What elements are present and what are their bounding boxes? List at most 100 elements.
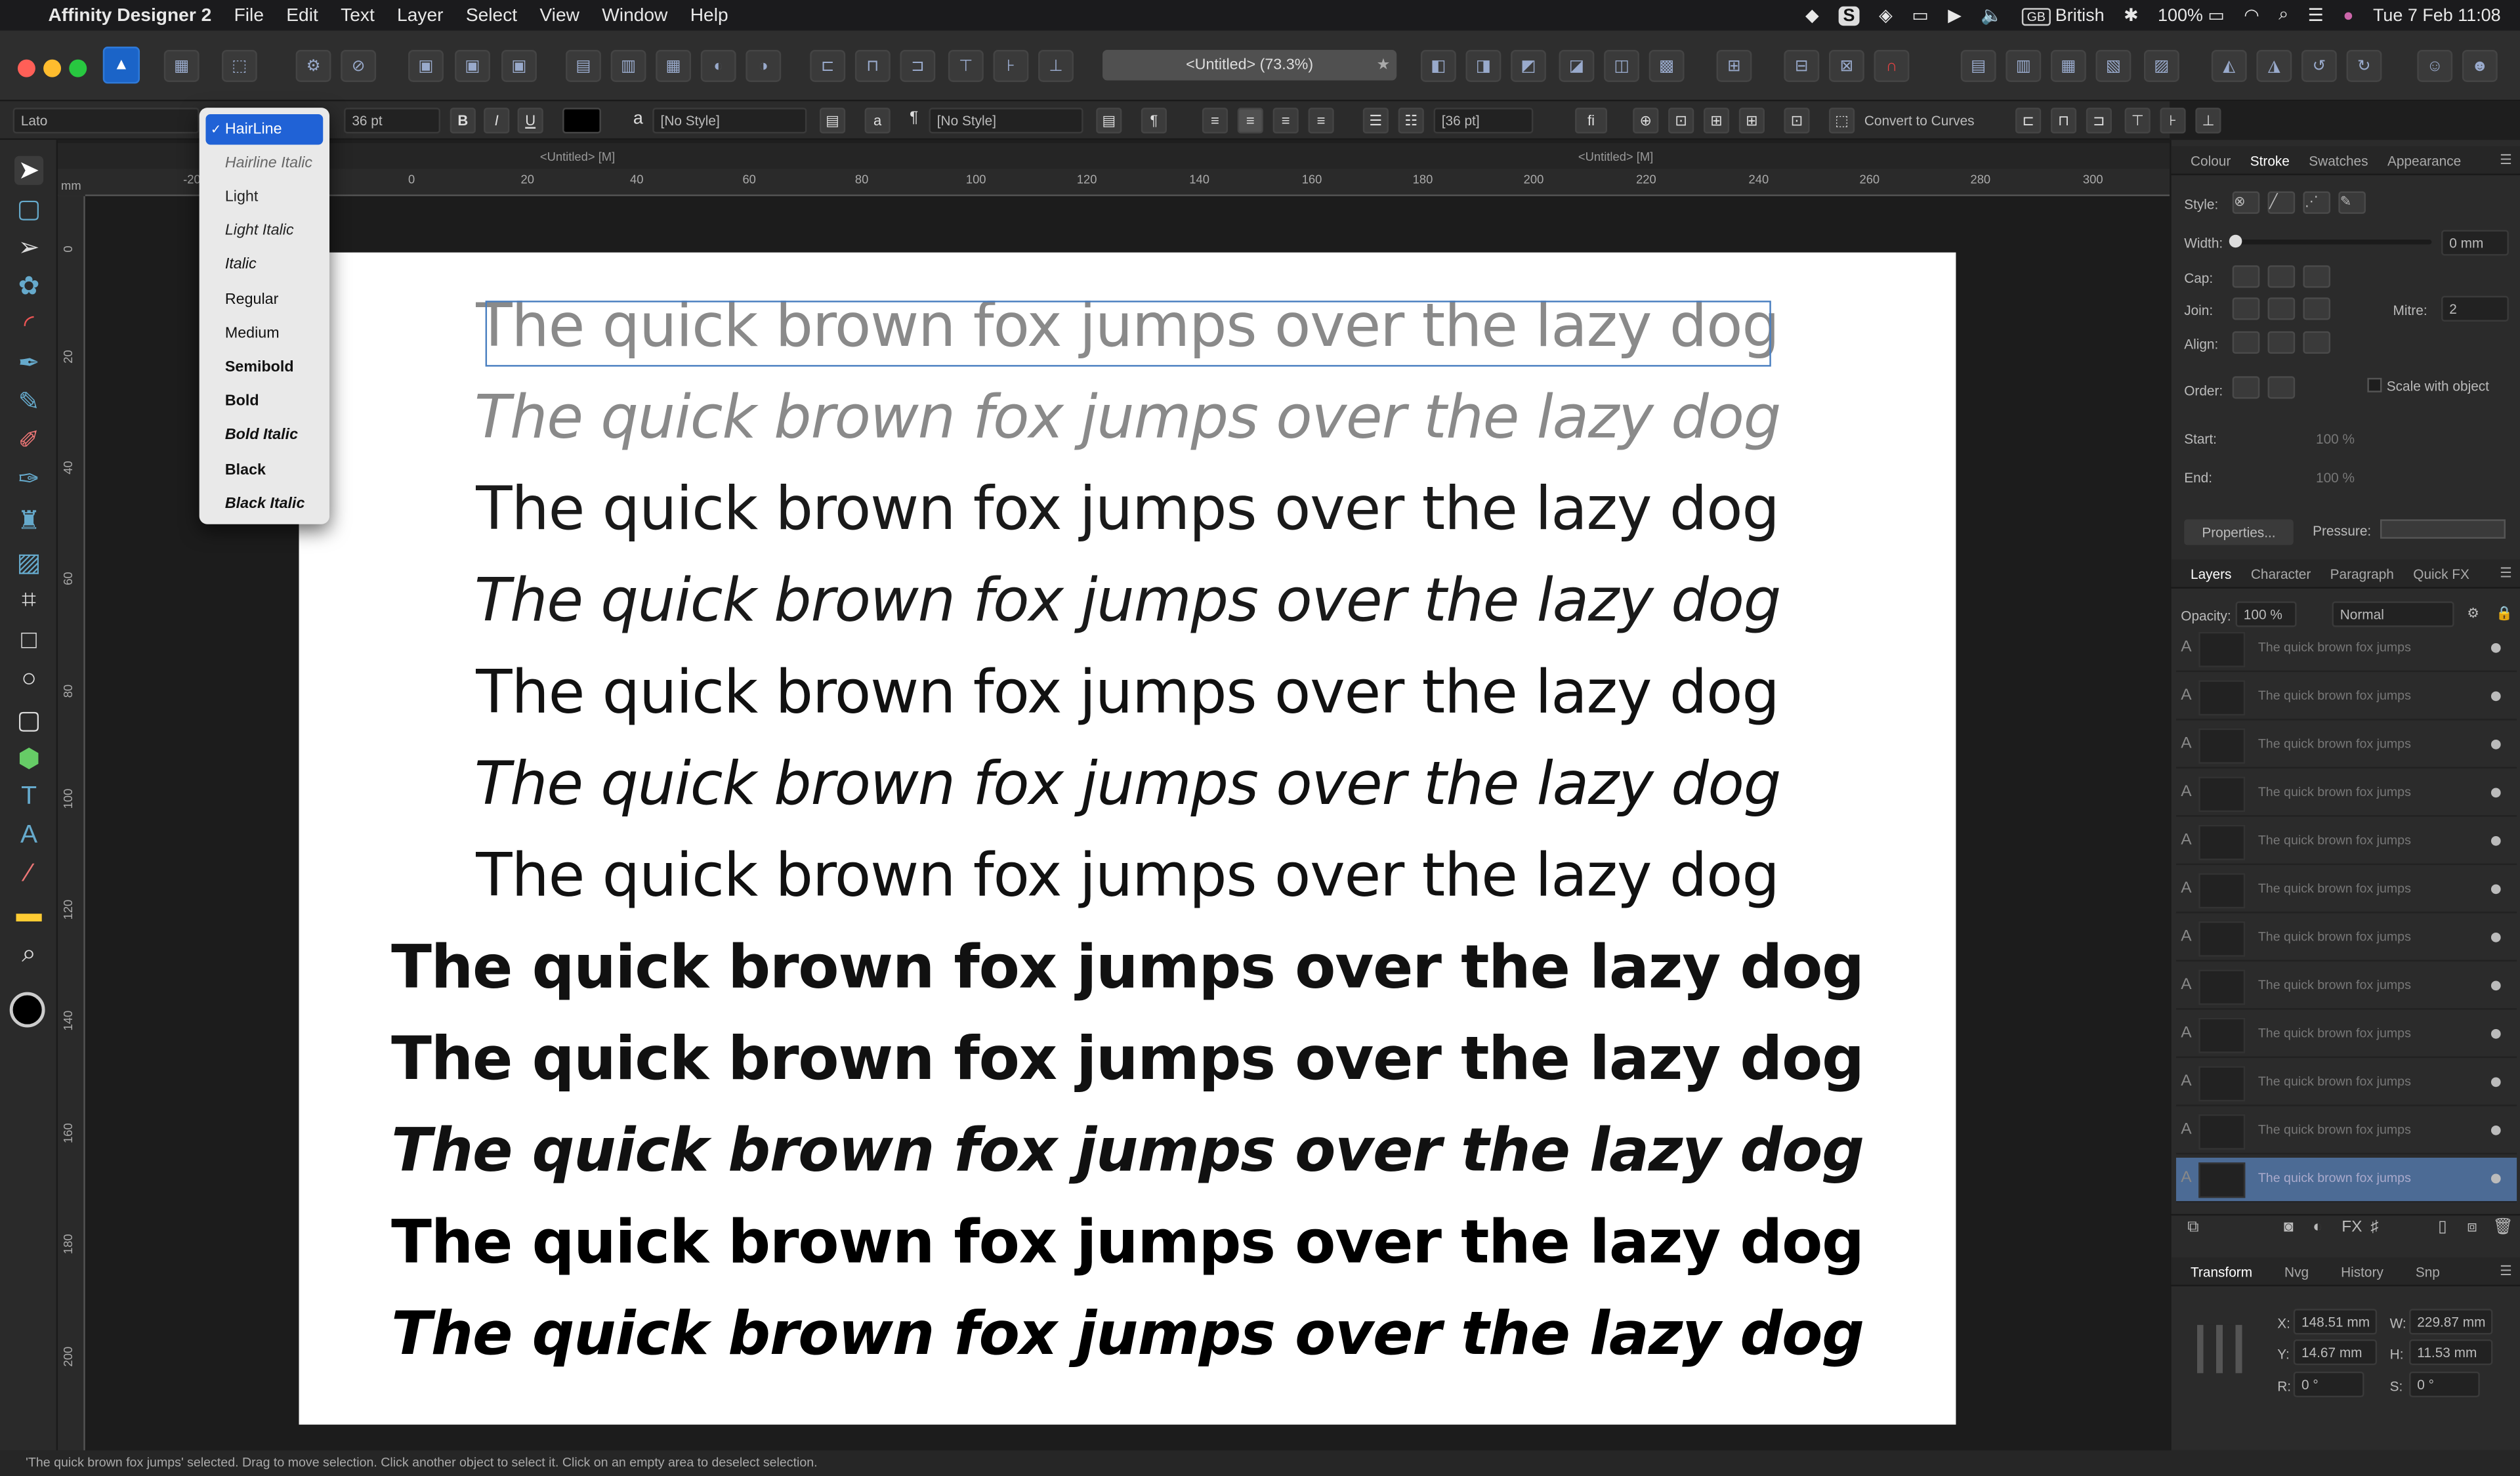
- align-obj-bottom-icon[interactable]: ⊥: [2195, 108, 2221, 134]
- x-field[interactable]: 148.51 mm: [2293, 1309, 2378, 1335]
- sample-line-10[interactable]: The quick brown fox jumps over the lazy …: [299, 1116, 1956, 1185]
- fill-tool-icon[interactable]: ♜: [14, 507, 43, 536]
- clock[interactable]: Tue 7 Feb 11:08: [2373, 6, 2501, 25]
- rotate-icon[interactable]: ⊠: [1828, 49, 1864, 82]
- align-obj-left-icon[interactable]: ⊏: [2015, 108, 2042, 134]
- character-style-field[interactable]: [No Style]: [652, 108, 807, 134]
- cap-square-icon[interactable]: [2303, 265, 2331, 288]
- visibility-dot[interactable]: [2490, 691, 2501, 702]
- sample-line-4[interactable]: The quick brown fox jumps over the lazy …: [299, 566, 1956, 635]
- assistant-icon[interactable]: ⚙: [295, 49, 331, 82]
- align-right-text-icon[interactable]: ≡: [1272, 108, 1299, 134]
- shapes-tool-icon[interactable]: ⬢: [14, 744, 43, 774]
- weight-option-4[interactable]: Italic: [205, 249, 323, 280]
- order-behind-icon[interactable]: [2232, 376, 2260, 399]
- frame-text-tool-icon[interactable]: T: [14, 783, 43, 812]
- crop-tool-icon[interactable]: ⌗: [14, 587, 43, 616]
- battery-status[interactable]: 100% ▭: [2158, 5, 2225, 26]
- y-field[interactable]: 14.67 mm: [2293, 1339, 2378, 1366]
- delete-icon[interactable]: 🗑: [2492, 1219, 2513, 1236]
- rotate-left-icon[interactable]: ↺: [2301, 49, 2337, 82]
- minimize-window-button[interactable]: [43, 59, 62, 77]
- layers-status-icon[interactable]: ◈: [1879, 5, 1893, 26]
- char-style-button[interactable]: ▤: [819, 108, 846, 134]
- visibility-dot[interactable]: [2490, 1077, 2501, 1087]
- weight-option-1[interactable]: Hairline Italic: [205, 148, 323, 179]
- pixel-persona-icon[interactable]: ▦: [163, 49, 200, 82]
- layer-row[interactable]: A The quick brown fox jumps: [2175, 917, 2517, 962]
- isolate-icon[interactable]: ◐: [700, 49, 736, 82]
- boolean-xor-icon[interactable]: ◪: [1559, 49, 1595, 82]
- tab-history[interactable]: History: [2341, 1263, 2384, 1279]
- menu-edit[interactable]: Edit: [286, 6, 318, 25]
- align-obj-middle-icon[interactable]: ⊦: [2160, 108, 2186, 134]
- weight-option-2[interactable]: Light: [205, 182, 323, 213]
- visibility-dot[interactable]: [2490, 788, 2501, 798]
- sample-line-3[interactable]: The quick brown fox jumps over the lazy …: [299, 474, 1956, 543]
- sample-line-6[interactable]: The quick brown fox jumps over the lazy …: [299, 749, 1956, 818]
- export-persona-icon[interactable]: ⬚: [221, 49, 257, 82]
- frame-fit-icon[interactable]: ⊡: [1668, 108, 1694, 134]
- menu-text[interactable]: Text: [341, 6, 375, 25]
- frame-stretch-icon[interactable]: ⊞: [1703, 108, 1730, 134]
- visibility-dot[interactable]: [2490, 980, 2501, 991]
- layer-row[interactable]: A The quick brown fox jumps: [2175, 1061, 2517, 1107]
- rotate-right-icon[interactable]: ↻: [2346, 49, 2382, 82]
- join-miter-icon[interactable]: [2232, 297, 2260, 320]
- para-style-button[interactable]: ▤: [1096, 108, 1122, 134]
- ruler-tool-icon[interactable]: ▬: [14, 900, 43, 929]
- align-top-icon[interactable]: ⊤: [948, 49, 984, 82]
- properties-button[interactable]: Properties...: [2184, 519, 2294, 545]
- layers-menu-icon[interactable]: ☰: [2500, 564, 2512, 582]
- layer-row[interactable]: A The quick brown fox jumps: [2175, 1110, 2517, 1155]
- document-tab-right[interactable]: <Untitled> [M]: [1578, 150, 1653, 164]
- control-center-icon[interactable]: ☰: [2308, 5, 2324, 26]
- node-tool-icon[interactable]: ➢: [14, 233, 43, 263]
- menu-help[interactable]: Help: [690, 6, 728, 25]
- menu-select[interactable]: Select: [466, 6, 517, 25]
- artistic-text-tool-icon[interactable]: A: [14, 822, 43, 851]
- color-picker-icon[interactable]: ⁄: [14, 860, 43, 889]
- weight-option-6[interactable]: Medium: [205, 318, 323, 349]
- snapping-icon[interactable]: ⊘: [341, 49, 377, 82]
- visibility-dot[interactable]: [2490, 740, 2501, 749]
- align-outside-icon[interactable]: [2303, 331, 2331, 354]
- tab-colour[interactable]: Colour: [2191, 152, 2231, 168]
- cap-butt-icon[interactable]: [2232, 265, 2260, 288]
- lock-icon[interactable]: 🔒: [2496, 604, 2513, 622]
- transform-menu-icon[interactable]: ☰: [2500, 1262, 2512, 1280]
- align-right-icon[interactable]: ⊐: [900, 49, 936, 82]
- language-indicator[interactable]: GB British: [2022, 6, 2105, 25]
- layer-options-icon[interactable]: ⧉: [2187, 1219, 2198, 1236]
- search-icon[interactable]: ⌕: [2278, 5, 2288, 26]
- sample-line-12[interactable]: The quick brown fox jumps over the lazy …: [299, 1299, 1956, 1368]
- blend-mode-select[interactable]: Normal: [2332, 601, 2454, 627]
- order-front-icon[interactable]: [2267, 376, 2296, 399]
- convert-curves-icon[interactable]: ⬚: [1828, 108, 1855, 134]
- panel-menu-icon[interactable]: ☰: [2500, 151, 2512, 169]
- layer-row[interactable]: A The quick brown fox jumps: [2175, 675, 2517, 721]
- width-slider[interactable]: [2229, 234, 2432, 248]
- char-panel-button[interactable]: a: [864, 108, 891, 134]
- align-left-icon[interactable]: ⊏: [810, 49, 846, 82]
- r-field[interactable]: 0 °: [2293, 1371, 2364, 1398]
- layer-row[interactable]: A The quick brown fox jumps: [2175, 1013, 2517, 1059]
- layer-row[interactable]: A The quick brown fox jumps: [2175, 724, 2517, 769]
- view-mode-2-icon[interactable]: ▥: [2006, 49, 2042, 82]
- para-panel-button[interactable]: ¶: [1141, 108, 1167, 134]
- brush-layer-icon[interactable]: ♯: [2370, 1219, 2378, 1236]
- s-app-icon[interactable]: S: [1838, 5, 1860, 25]
- boolean-divide-icon[interactable]: ◫: [1604, 49, 1639, 82]
- weight-option-10[interactable]: Black: [205, 455, 323, 486]
- pressure-graph[interactable]: [2380, 519, 2506, 539]
- select-all-icon[interactable]: ▣: [408, 49, 444, 82]
- add-layer-icon[interactable]: ▯: [2438, 1219, 2447, 1236]
- anchor-grid[interactable]: [2196, 1324, 2246, 1374]
- sample-line-8[interactable]: The quick brown fox jumps over the lazy …: [299, 933, 1956, 1002]
- view-mode-3-icon[interactable]: ▦: [2050, 49, 2086, 82]
- menu-window[interactable]: Window: [602, 6, 667, 25]
- layer-row[interactable]: A The quick brown fox jumps: [2175, 1158, 2517, 1203]
- layer-settings-icon[interactable]: ⚙: [2467, 604, 2479, 622]
- layer-row[interactable]: A The quick brown fox jumps: [2175, 868, 2517, 914]
- play-icon[interactable]: ▶: [1948, 5, 1962, 26]
